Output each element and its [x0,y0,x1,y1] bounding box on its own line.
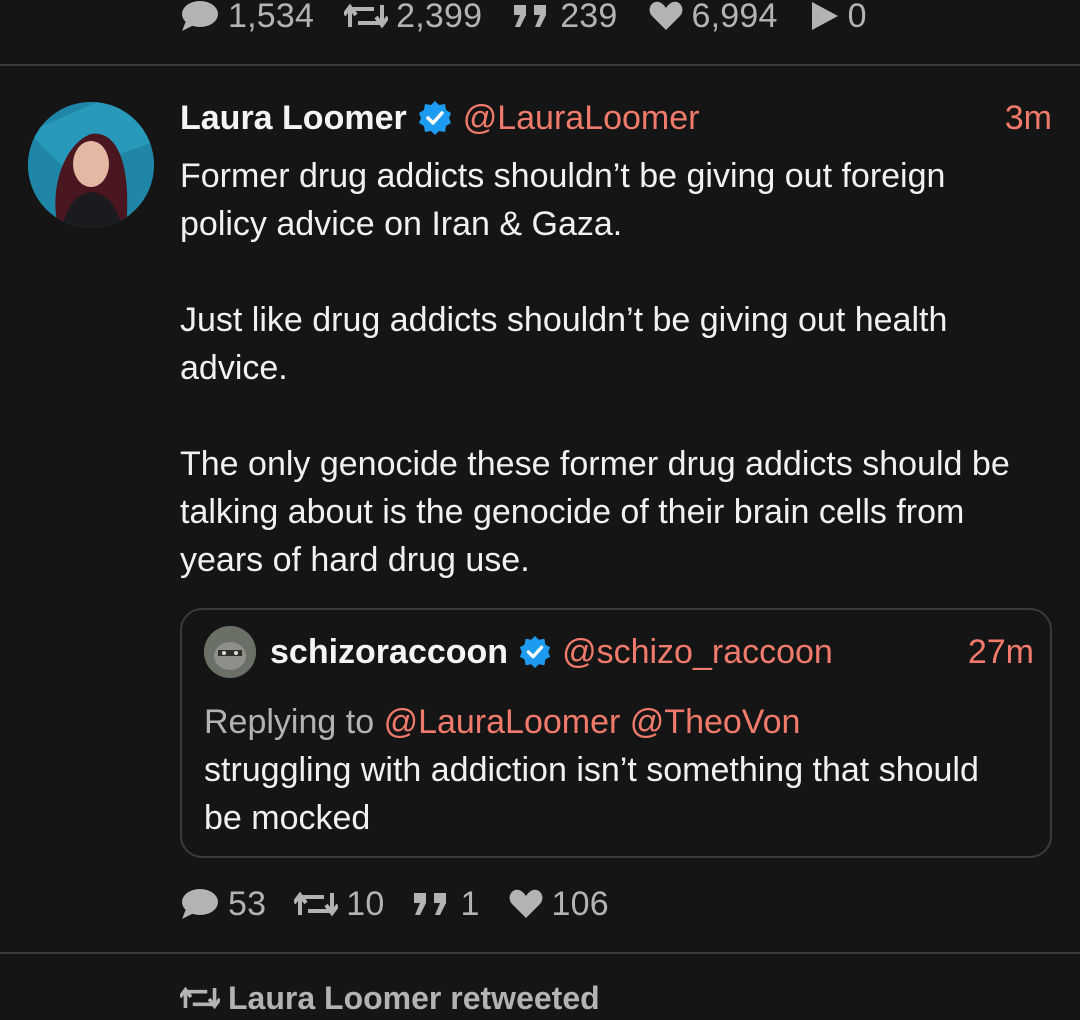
retweet-icon [180,986,220,1010]
quote-icon [514,5,547,27]
quoted-tweet[interactable]: schizoraccoon @schizo_raccoon 27m Replyi… [180,608,1052,858]
reply-stat[interactable]: 1,534 [180,0,314,36]
quote-stat[interactable]: 239 [512,0,617,36]
tweet-header: Laura Loomer @LauraLoomer 3m [180,96,1052,140]
tweet-text: Former drug addicts shouldn’t be giving … [180,152,1040,584]
quote-count: 239 [560,0,618,35]
divider-bottom [0,952,1080,954]
verified-badge-icon [519,635,551,669]
like-count: 6,994 [691,0,778,35]
replying-prefix: Replying to [204,703,375,741]
tweet-paragraph: The only genocide these former drug addi… [180,445,1010,579]
like-stat[interactable]: 106 [508,885,609,924]
author-handle[interactable]: @LauraLoomer [463,99,700,138]
quoted-header: schizoraccoon @schizo_raccoon 27m [270,630,1034,674]
tweet-timestamp[interactable]: 3m [1005,99,1052,138]
views-count: 0 [847,0,867,35]
reply-count: 53 [228,884,267,923]
quoted-timestamp[interactable]: 27m [968,633,1034,672]
author-name[interactable]: Laura Loomer [180,99,407,138]
quoted-text: struggling with addiction isn’t somethin… [204,751,979,837]
mention-link[interactable]: @LauraLoomer [384,703,621,741]
reply-count: 1,534 [228,0,315,35]
retweet-stat[interactable]: 10 [294,885,384,924]
views-stat[interactable]: 0 [808,0,867,36]
quote-icon [414,893,447,915]
divider-top [0,64,1080,66]
retweet-icon [294,891,339,917]
like-stat[interactable]: 6,994 [648,0,778,36]
reply-stat[interactable]: 53 [180,885,266,924]
avatar[interactable] [28,102,154,228]
quoted-avatar[interactable] [204,626,256,678]
retweet-count: 10 [346,884,385,923]
reply-icon [182,889,218,919]
tweet-paragraph: Just like drug addicts shouldn’t be givi… [180,301,948,387]
tweet-paragraph: Former drug addicts shouldn’t be giving … [180,157,946,243]
verified-badge-icon [418,101,451,135]
like-icon [509,889,543,918]
reply-icon [182,1,218,31]
retweet-count: 2,399 [396,0,483,35]
retweeted-label[interactable]: Laura Loomer retweeted [228,980,600,1017]
quoted-body: Replying to @LauraLoomer @TheoVon strugg… [204,698,1004,842]
views-icon [811,2,838,30]
previous-tweet-stats: 1,534 2,399 239 6,994 0 [180,0,897,36]
like-icon [649,1,682,30]
quote-count: 1 [460,884,480,923]
mention-link[interactable]: @TheoVon [630,703,801,741]
quoted-author-name[interactable]: schizoraccoon [270,633,508,672]
quote-stat[interactable]: 1 [412,885,479,924]
like-count: 106 [551,884,609,923]
avatar-photo [28,102,154,228]
retweeted-indicator: Laura Loomer retweeted [180,976,600,1020]
quoted-avatar-photo [204,626,256,678]
retweet-icon [344,3,389,29]
tweet-stats: 53 10 1 106 [180,884,637,924]
quoted-author-handle[interactable]: @schizo_raccoon [562,633,833,672]
replying-line: Replying to @LauraLoomer @TheoVon [204,698,1004,746]
retweet-stat[interactable]: 2,399 [344,0,482,36]
